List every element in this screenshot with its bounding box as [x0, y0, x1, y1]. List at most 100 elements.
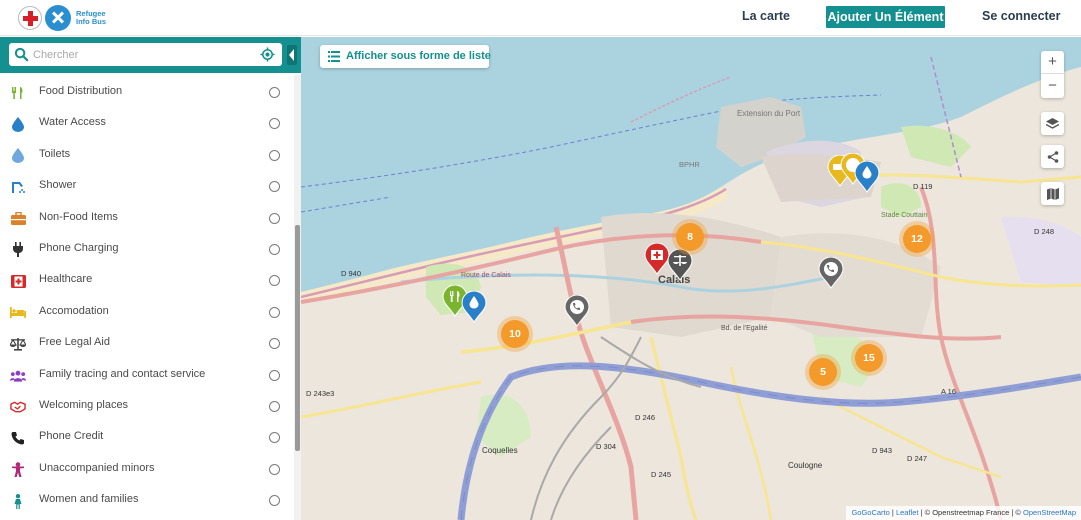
map-label-d243: D 243e3	[306, 389, 334, 398]
refugee-info-bus-logo-icon	[45, 5, 71, 31]
category-item-water-access[interactable]: Water Access	[0, 108, 294, 139]
category-radio[interactable]	[269, 432, 280, 444]
share-button[interactable]	[1041, 145, 1064, 168]
category-radio[interactable]	[269, 212, 280, 224]
category-item-women-and-families[interactable]: Women and families	[0, 485, 294, 516]
category-radio[interactable]	[269, 118, 280, 130]
add-element-button[interactable]: Ajouter Un Élément	[826, 6, 945, 28]
category-label: Water Access	[39, 116, 106, 129]
map-label-d940: D 940	[341, 269, 361, 278]
category-label: Women and families	[39, 493, 139, 506]
category-radio[interactable]	[269, 275, 280, 287]
plug-icon	[10, 242, 26, 258]
category-radio[interactable]	[269, 243, 280, 255]
utensils-icon	[10, 85, 26, 101]
phone-icon	[10, 430, 26, 446]
map-label-coquelles: Coquelles	[482, 446, 518, 455]
people-icon	[10, 368, 26, 384]
marker-water-access[interactable]	[854, 161, 880, 193]
marker-cluster[interactable]: 5	[809, 358, 837, 386]
map-label-coulogne: Coulogne	[788, 461, 823, 470]
search-box	[9, 43, 282, 66]
category-item-shower[interactable]: Shower	[0, 171, 294, 202]
map-label-d248: D 248	[1034, 227, 1054, 236]
map-label-d119: D 119	[913, 182, 932, 191]
marker-cluster[interactable]: 10	[501, 320, 529, 348]
category-item-free-legal-aid[interactable]: Free Legal Aid	[0, 328, 294, 359]
zoom-out-button[interactable]: −	[1041, 75, 1064, 98]
category-label: Family tracing and contact service	[39, 367, 206, 380]
category-label: Accomodation	[39, 304, 109, 317]
logo-line-2: Info Bus	[76, 17, 106, 26]
map-label-d943: D 943	[872, 446, 892, 455]
woman-icon	[10, 493, 26, 509]
geolocate-icon[interactable]	[260, 47, 275, 62]
category-label: Food Distribution	[39, 85, 123, 97]
logo-text: Refugee Info Bus	[76, 10, 106, 26]
map-label-d304: D 304	[596, 442, 616, 451]
category-item-phone-credit[interactable]: Phone Credit	[0, 422, 294, 453]
water-drop-icon	[10, 116, 26, 132]
shower-icon	[10, 179, 26, 195]
map-label-a16: A 16	[941, 387, 956, 396]
category-radio[interactable]	[269, 306, 280, 318]
gogocarto-link[interactable]: GoGoCarto	[851, 508, 889, 517]
show-as-list-label: Afficher sous forme de liste	[346, 50, 491, 62]
map-label-bphr: BPHR	[679, 160, 700, 169]
category-item-non-food-items[interactable]: Non-Food Items	[0, 203, 294, 234]
category-item-accomodation[interactable]: Accomodation	[0, 297, 294, 328]
list-icon	[328, 51, 340, 62]
category-label: Phone Charging	[39, 241, 119, 254]
first-aid-icon	[10, 273, 26, 289]
map-label-d247: D 247	[907, 454, 927, 463]
category-radio[interactable]	[269, 400, 280, 412]
category-item-healthcare[interactable]: Healthcare	[0, 265, 294, 296]
category-radio[interactable]	[269, 495, 280, 507]
marker-cluster[interactable]: 8	[676, 223, 704, 251]
toilet-drop-icon	[10, 148, 26, 164]
category-item-family-tracing[interactable]: Family tracing and contact service	[0, 360, 294, 391]
attribution-text: | © Openstreetmap France | ©	[918, 508, 1024, 517]
red-cross-logo-icon	[18, 6, 42, 30]
collapse-sidebar-icon[interactable]	[287, 45, 297, 65]
login-link[interactable]: Se connecter	[982, 9, 1061, 23]
category-radio[interactable]	[269, 463, 280, 475]
category-radio[interactable]	[269, 181, 280, 193]
bed-icon	[10, 305, 26, 321]
leaflet-link[interactable]: Leaflet	[896, 508, 919, 517]
category-radio[interactable]	[269, 87, 280, 98]
category-item-phone-charging[interactable]: Phone Charging	[0, 234, 294, 265]
layers-icon	[1046, 117, 1059, 129]
category-item-welcoming-places[interactable]: Welcoming places	[0, 391, 294, 422]
map-label-route: Route de Calais	[461, 272, 511, 279]
search-input[interactable]	[33, 46, 253, 63]
marker-phone-credit[interactable]	[818, 257, 844, 289]
category-item-food-distribution[interactable]: Food Distribution	[0, 77, 294, 108]
category-radio[interactable]	[269, 149, 280, 161]
search-icon[interactable]	[14, 47, 29, 62]
category-label: Toilets	[39, 147, 71, 160]
map-view[interactable]: D 940 D 119 D 248 D 247 D 243e3 D 304 D …	[301, 37, 1081, 520]
zoom-in-button[interactable]: +	[1041, 51, 1064, 74]
marker-water-access[interactable]	[461, 291, 487, 323]
marker-cluster[interactable]: 12	[903, 225, 931, 253]
site-logo[interactable]: Refugee Info Bus	[18, 4, 106, 32]
layers-button[interactable]	[1041, 112, 1064, 135]
map-label-d246: D 246	[635, 413, 655, 422]
map-style-button[interactable]	[1041, 182, 1064, 205]
category-item-toilets[interactable]: Toilets	[0, 140, 294, 171]
openstreetmap-link[interactable]: OpenStreetMap	[1023, 508, 1076, 517]
share-icon	[1047, 150, 1058, 163]
category-radio[interactable]	[269, 338, 280, 350]
marker-phone-credit[interactable]	[564, 295, 590, 327]
category-radio[interactable]	[269, 369, 280, 381]
sidebar-scrollbar-thumb[interactable]	[295, 225, 300, 451]
show-as-list-button[interactable]: Afficher sous forme de liste	[320, 45, 491, 68]
category-item-unaccompanied-minors[interactable]: Unaccompanied minors	[0, 454, 294, 485]
scales-icon	[10, 336, 26, 352]
marker-cluster[interactable]: 15	[855, 344, 883, 372]
marker-legal-aid[interactable]	[667, 249, 693, 281]
child-icon	[10, 462, 26, 478]
category-label: Shower	[39, 179, 77, 192]
nav-map-link[interactable]: La carte	[742, 9, 790, 23]
